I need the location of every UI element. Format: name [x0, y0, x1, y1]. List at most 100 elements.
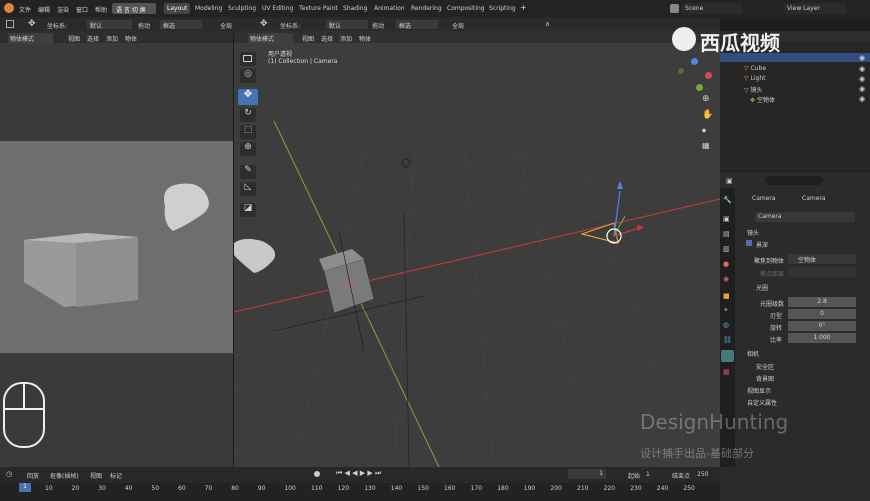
gizmo-z-dot[interactable]	[691, 58, 698, 65]
fstop-field[interactable]: 2.8	[788, 297, 856, 307]
modifier-tab-icon[interactable]: ✦	[723, 306, 729, 314]
tab-uv-editing[interactable]: UV Editing	[262, 5, 293, 12]
add-workspace-button[interactable]: +	[520, 3, 527, 12]
world-tab-icon[interactable]: ◉	[723, 275, 729, 283]
left-menu-object[interactable]: 物体	[125, 34, 137, 43]
section-custom-props[interactable]: 自定义属性	[747, 398, 777, 407]
left-menu-view[interactable]: 视图	[68, 34, 80, 43]
properties-search-input[interactable]	[765, 176, 823, 185]
tab-rendering[interactable]: Rendering	[411, 5, 442, 12]
section-lens[interactable]: 镜头	[747, 228, 759, 237]
tool-select-box[interactable]	[240, 52, 256, 66]
transform-icon-right[interactable]: ✥	[260, 19, 268, 29]
tab-layout[interactable]: Layout	[164, 3, 191, 14]
view-layer-field[interactable]: View Layer	[784, 3, 846, 14]
view-layer-tab-icon[interactable]: ▥	[723, 245, 730, 253]
outliner-item-camera[interactable]: ▽ 镜头	[744, 85, 763, 94]
timeline-menu-marker[interactable]: 标记	[110, 471, 122, 480]
start-frame-field[interactable]: 1	[646, 471, 650, 478]
timeline-menu-view[interactable]: 视图	[90, 471, 102, 480]
left-menu-add[interactable]: 添加	[106, 34, 118, 43]
main-mode-select[interactable]: 物体模式	[248, 33, 293, 44]
navigation-gizmo[interactable]	[674, 56, 714, 96]
visibility-eye-icon[interactable]: ◉	[859, 75, 865, 83]
section-camera[interactable]: 相机	[747, 349, 759, 358]
section-aperture[interactable]: 光圈	[756, 283, 768, 292]
dof-checkbox[interactable]	[746, 240, 752, 246]
drag-select-right[interactable]: 框选	[396, 20, 438, 30]
orientation-global[interactable]: 全局	[220, 21, 232, 30]
drag-select[interactable]: 框选	[160, 20, 202, 30]
outliner-item-cube[interactable]: ▽ Cube	[744, 65, 766, 72]
orientation-global-right[interactable]: 全局	[452, 21, 464, 30]
tool-cursor[interactable]: ◎	[240, 69, 256, 83]
data-tab-label[interactable]: Camera	[802, 195, 826, 202]
snap-icon[interactable]: ∧	[545, 20, 550, 28]
physics-tab-icon[interactable]: ◍	[723, 321, 729, 329]
transform-icon[interactable]: ✥	[28, 19, 36, 29]
main-menu-view[interactable]: 视图	[302, 34, 314, 43]
record-button[interactable]	[314, 471, 320, 477]
tab-sculpting[interactable]: Sculpting	[228, 5, 256, 12]
texture-tab-icon[interactable]: ▦	[723, 368, 730, 376]
render-tab-icon[interactable]: ▣	[723, 215, 730, 223]
ratio-field[interactable]: 1.000	[788, 333, 856, 343]
menu-file[interactable]: 文件	[19, 5, 31, 14]
end-frame-field[interactable]: 250	[697, 471, 708, 478]
visibility-eye-icon[interactable]: ◉	[859, 54, 865, 62]
tool-tab-icon[interactable]: 🔧	[723, 196, 732, 204]
outliner-item-light[interactable]: ▽ Light	[744, 75, 766, 82]
gizmo-x-dot[interactable]	[705, 72, 712, 79]
scene-icon[interactable]	[670, 4, 679, 13]
main-menu-select[interactable]: 选择	[321, 34, 333, 43]
camera-data-tab-icon[interactable]	[721, 350, 734, 362]
select-tool-icon[interactable]	[6, 20, 14, 28]
perspective-grid-icon[interactable]: ▦	[702, 141, 710, 150]
gizmo-y-dot[interactable]	[696, 84, 703, 91]
timeline-menu-keying[interactable]: 抠像(插帧)	[50, 471, 79, 480]
object-tab-label[interactable]: Camera	[752, 195, 776, 202]
tool-annotate[interactable]: ✎	[240, 165, 256, 179]
scene-tab-icon[interactable]: ●	[723, 260, 729, 268]
tab-shading[interactable]: Shading	[343, 5, 367, 12]
playback-controls[interactable]: ⏮ ◀ ◀ ▶ ▶ ⏭	[336, 469, 381, 478]
section-safe-areas[interactable]: 安全区	[756, 362, 774, 371]
visibility-eye-icon[interactable]: ◉	[859, 65, 865, 73]
menu-render[interactable]: 渲染	[57, 5, 69, 14]
object-tab-icon[interactable]: ■	[723, 292, 730, 300]
section-background[interactable]: 背景图	[756, 374, 774, 383]
main-viewport[interactable]: 物体模式 视图 选择 添加 物体 用户透视 (1) Collection | C…	[234, 31, 720, 467]
tool-transform[interactable]: ⊕	[240, 142, 256, 156]
main-menu-add[interactable]: 添加	[340, 34, 352, 43]
focus-object-field[interactable]: 空物体	[788, 254, 856, 264]
outliner-item-empty[interactable]: ✥ 空物体	[750, 95, 775, 104]
zoom-icon[interactable]: ⊕	[702, 94, 710, 104]
left-menu-select[interactable]: 选择	[87, 34, 99, 43]
tool-move[interactable]: ✥	[238, 89, 258, 105]
timeline-editor-icon[interactable]: ◷	[6, 470, 12, 478]
main-menu-object[interactable]: 物体	[359, 34, 371, 43]
constraint-tab-icon[interactable]: ⛓	[723, 336, 732, 344]
camera-view-icon[interactable]: ⏺	[702, 126, 706, 136]
tab-scripting[interactable]: Scripting	[489, 5, 516, 12]
timeline-menu-playback[interactable]: 回放	[27, 471, 39, 480]
scene-field[interactable]: Scene	[682, 3, 742, 14]
coord-select[interactable]: 默认	[87, 20, 132, 30]
left-viewport[interactable]: 物体模式 视图 选择 添加 物体	[0, 31, 233, 467]
menu-edit[interactable]: 编辑	[38, 5, 50, 14]
tool-rotate[interactable]: ↻	[240, 108, 256, 122]
tool-add-cube[interactable]: ◪	[240, 203, 256, 217]
current-frame-field[interactable]: 1	[568, 469, 606, 479]
properties-editor-icon[interactable]: ▣	[726, 177, 733, 185]
visibility-eye-icon[interactable]: ◉	[859, 95, 865, 103]
left-mode-select[interactable]: 物体模式	[8, 33, 53, 44]
tool-scale[interactable]: ⬚	[240, 125, 256, 139]
output-tab-icon[interactable]: ▤	[723, 230, 730, 238]
section-dof[interactable]: 景深	[756, 240, 768, 249]
tab-animation[interactable]: Animation	[374, 5, 405, 12]
tab-texture-paint[interactable]: Texture Paint	[299, 5, 338, 12]
coord-select-right[interactable]: 默认	[326, 20, 368, 30]
data-name-field[interactable]: Camera	[755, 212, 855, 222]
timeline-ruler[interactable]: 1 10 20 30 40 50 60 70 80 90 100 110 120 130 140 150 16…	[0, 483, 720, 501]
pan-hand-icon[interactable]: ✋	[702, 110, 713, 120]
